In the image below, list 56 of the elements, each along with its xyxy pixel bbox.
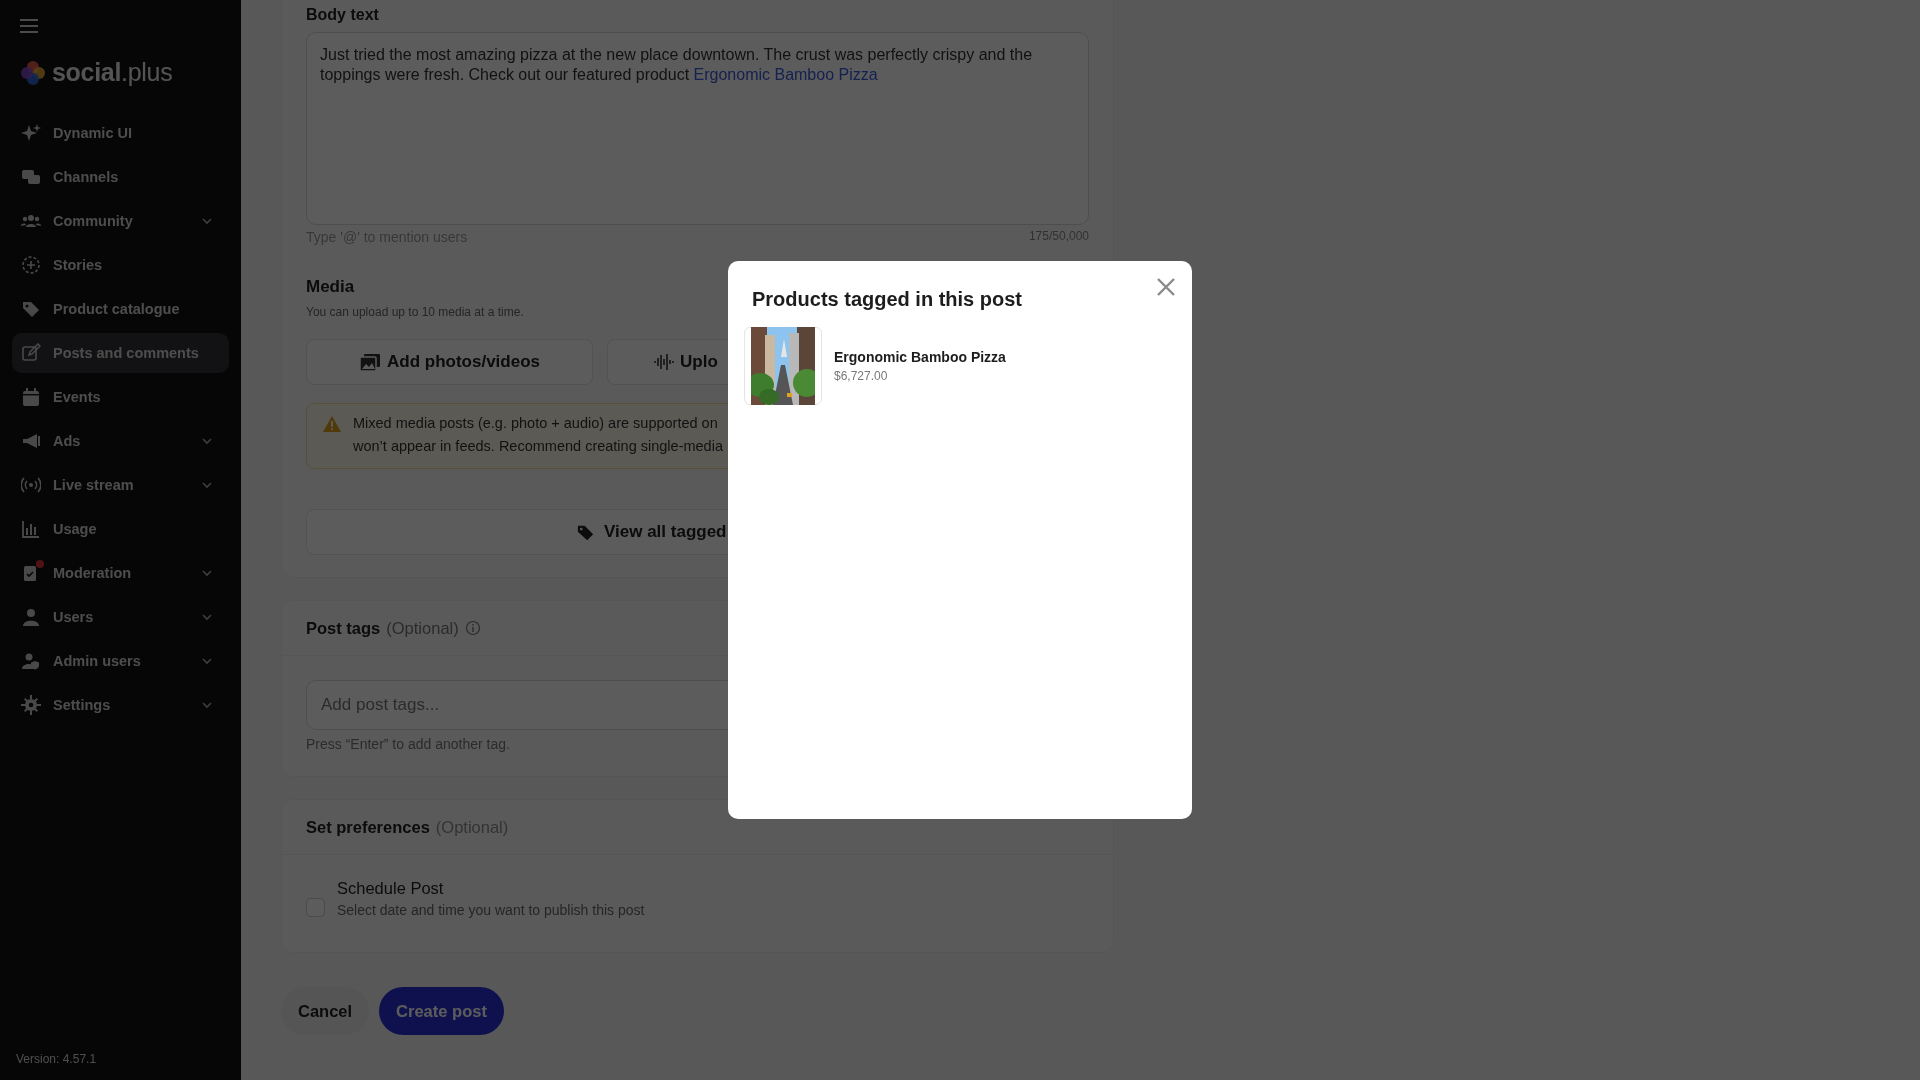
chat-icon [21, 167, 41, 187]
nav-item[interactable]: Admin users [12, 641, 229, 681]
warning-text: won’t appear in feeds. Recommend creating single-media [353, 437, 723, 456]
nav-item[interactable]: Community [12, 201, 229, 241]
chevron-down-icon [201, 611, 213, 623]
section-title: Media [306, 277, 356, 297]
logo-text: social.plus [52, 58, 173, 87]
nav-item[interactable]: Channels [12, 157, 229, 197]
person-shield-icon [21, 651, 41, 671]
create-post-button[interactable]: Create post [379, 987, 504, 1035]
person-icon [21, 607, 41, 627]
nav-item[interactable]: Users [12, 597, 229, 637]
sparkle-icon [21, 123, 41, 143]
megaphone-icon [21, 431, 41, 451]
chevron-down-icon [201, 479, 213, 491]
nav-item[interactable]: Live stream [12, 465, 229, 505]
image-stack-icon [359, 352, 381, 372]
field-label: Body text [306, 6, 380, 24]
section-title: Set preferences [306, 817, 430, 837]
close-icon[interactable] [1156, 277, 1176, 297]
dialog-title: Products tagged in this post [752, 288, 1023, 311]
media-upload-button[interactable]: Add photos/videos [306, 339, 593, 385]
nav-item[interactable]: Events [12, 377, 229, 417]
body-text-field[interactable]: Just tried the most amazing pizza at the new place downtown. The crust was perfectly crispy and the toppings were fresh. Check out our featured product Ergonomic Bamboo Pizza [306, 32, 1089, 225]
nav-item[interactable]: Product catalogue [12, 289, 229, 329]
product-link[interactable]: Ergonomic Bamboo Pizza [693, 66, 878, 83]
section-title: Post tags [306, 618, 381, 638]
chevron-down-icon [201, 435, 213, 447]
chevron-down-icon [201, 567, 213, 579]
nav-item[interactable]: Usage [12, 509, 229, 549]
bar-chart-icon [21, 519, 41, 539]
tag-icon [577, 523, 594, 541]
waveform-icon [652, 352, 674, 372]
chevron-down-icon [201, 215, 213, 227]
chevron-down-icon [201, 655, 213, 667]
nav-item[interactable]: Ads [12, 421, 229, 461]
nav-item[interactable]: Stories [12, 245, 229, 285]
dashed-plus-icon [21, 255, 41, 275]
warning-text: Mixed media posts (e.g. photo + audio) are supported on [353, 414, 719, 433]
tag-icon [21, 299, 41, 319]
nav-item[interactable]: Dynamic UI [12, 113, 229, 153]
product-price: $6,727.00 [834, 369, 889, 383]
menu-icon[interactable] [20, 18, 38, 34]
chevron-down-icon [201, 699, 213, 711]
calendar-icon [21, 387, 41, 407]
edit-icon [21, 343, 41, 363]
product-name: Ergonomic Bamboo Pizza [834, 349, 1006, 365]
version-text: Version: 4.57.1 [16, 1052, 98, 1066]
checkbox-label: Schedule Post [337, 879, 445, 898]
warning-icon [323, 416, 341, 432]
broadcast-icon [21, 475, 41, 495]
logo-icon [20, 59, 46, 86]
settings-icon [21, 695, 41, 715]
nav-item[interactable]: Settings [12, 685, 229, 725]
info-icon [464, 620, 481, 636]
nav-item[interactable]: Moderation [12, 553, 229, 593]
